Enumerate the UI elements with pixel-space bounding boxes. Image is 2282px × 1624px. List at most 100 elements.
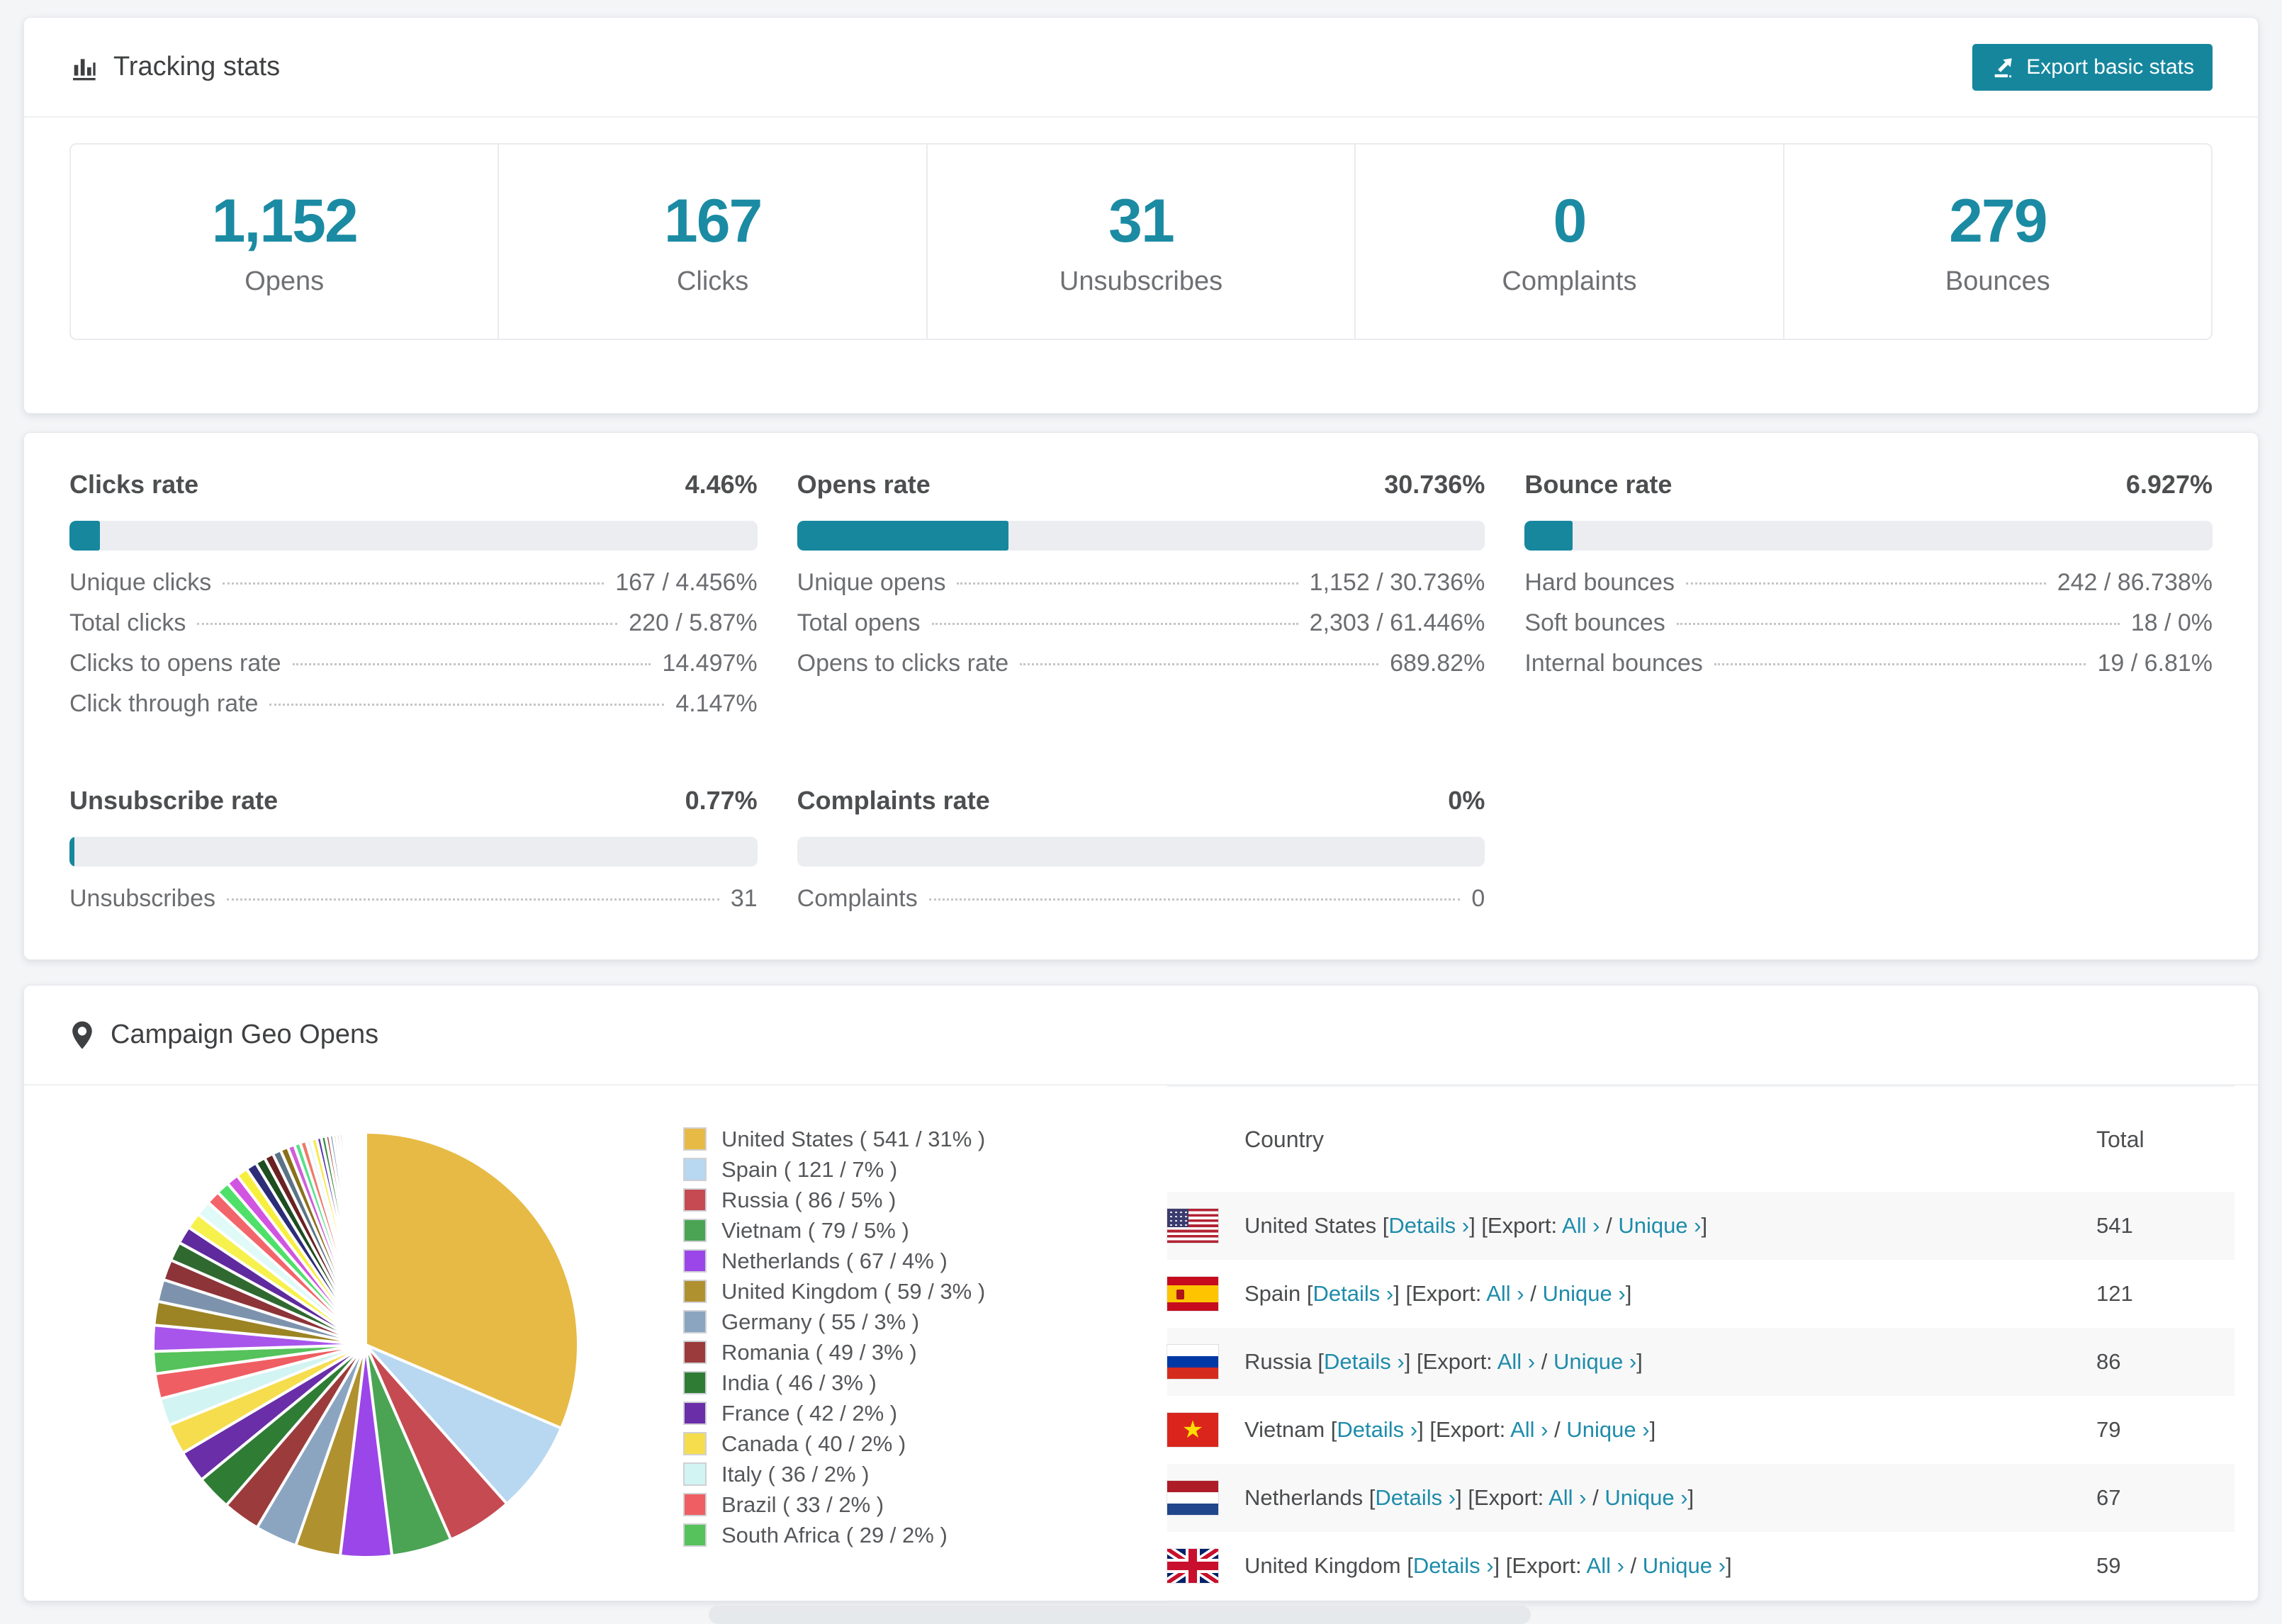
horizontal-scrollbar[interactable] — [709, 1606, 1531, 1624]
export-unique-link[interactable]: Unique › — [1604, 1485, 1687, 1510]
details-link[interactable]: Details › — [1375, 1485, 1456, 1510]
country-name: Russia — [1244, 1349, 1312, 1374]
details-link[interactable]: Details › — [1337, 1417, 1417, 1442]
country-name: Vietnam — [1244, 1417, 1325, 1442]
export-unique-link[interactable]: Unique › — [1543, 1281, 1626, 1306]
pie-slice-other[interactable] — [363, 1130, 367, 1346]
dotted-leader — [223, 582, 605, 585]
export-all-link[interactable]: All › — [1562, 1213, 1600, 1238]
legend-item[interactable]: South Africa ( 29 / 2% ) — [683, 1520, 985, 1550]
export-all-link[interactable]: All › — [1510, 1417, 1548, 1442]
dotted-leader — [1020, 663, 1379, 665]
rate-detail-row: Unique clicks 167 / 4.456% — [69, 569, 758, 609]
rate-detail-value: 31 — [730, 885, 758, 912]
legend-item[interactable]: France ( 42 / 2% ) — [683, 1398, 985, 1428]
rate-detail-value: 19 / 6.81% — [2097, 650, 2213, 677]
table-row-es: Spain [Details ›] [Export: All › / Uniqu… — [1167, 1260, 2235, 1328]
rate-detail-label: Total opens — [797, 609, 921, 636]
legend-swatch — [683, 1462, 707, 1486]
export-unique-link[interactable]: Unique › — [1553, 1349, 1636, 1374]
export-all-link[interactable]: All › — [1587, 1553, 1624, 1578]
geo-body: United States ( 541 / 31% ) Spain ( 121 /… — [24, 1086, 2258, 1601]
legend-item[interactable]: Brazil ( 33 / 2% ) — [683, 1489, 985, 1520]
map-pin-icon — [69, 1020, 95, 1050]
rate-detail-label: Internal bounces — [1524, 650, 1703, 677]
flag-icon-es — [1167, 1277, 1218, 1311]
rate-detail-row: Click through rate 4.147% — [69, 690, 758, 731]
rate-title: Clicks rate — [69, 470, 199, 499]
total-value: 86 — [2096, 1349, 2121, 1374]
legend-item[interactable]: Spain ( 121 / 7% ) — [683, 1154, 985, 1185]
table-row-nl: Netherlands [Details ›] [Export: All › /… — [1167, 1464, 2235, 1532]
stat-box-bounces: 279 Bounces — [1784, 145, 2211, 339]
rate-detail-value: 220 / 5.87% — [629, 609, 758, 636]
progress-bar — [69, 521, 758, 551]
rate-detail-row: Unsubscribes 31 — [69, 885, 758, 925]
export-basic-stats-button[interactable]: Export basic stats — [1972, 43, 2213, 91]
rate-detail-value: 689.82% — [1390, 650, 1485, 677]
details-link[interactable]: Details › — [1324, 1349, 1405, 1374]
table-row-gb: United Kingdom [Details ›] [Export: All … — [1167, 1532, 2235, 1600]
export-unique-link[interactable]: Unique › — [1618, 1213, 1701, 1238]
flag-icon-us — [1167, 1209, 1218, 1243]
details-link[interactable]: Details › — [1413, 1553, 1494, 1578]
legend-item[interactable]: Canada ( 40 / 2% ) — [683, 1428, 985, 1459]
rate-value: 0% — [1448, 786, 1485, 815]
flag-icon-nl — [1167, 1481, 1218, 1515]
rate-detail-row: Opens to clicks rate 689.82% — [797, 650, 1485, 690]
legend-item[interactable]: United States ( 541 / 31% ) — [683, 1124, 985, 1154]
column-header-total: Total — [2096, 1126, 2145, 1152]
legend-item[interactable]: Vietnam ( 79 / 5% ) — [683, 1215, 985, 1246]
stat-value: 31 — [1108, 187, 1175, 255]
dotted-leader — [226, 898, 719, 901]
legend-item[interactable]: Russia ( 86 / 5% ) — [683, 1185, 985, 1215]
export-all-link[interactable]: All › — [1486, 1281, 1524, 1306]
rate-detail-label: Total clicks — [69, 609, 186, 636]
rate-detail-label: Click through rate — [69, 690, 259, 717]
geo-legend: United States ( 541 / 31% ) Spain ( 121 /… — [683, 1124, 985, 1550]
export-unique-link[interactable]: Unique › — [1643, 1553, 1726, 1578]
details-link[interactable]: Details › — [1313, 1281, 1394, 1306]
export-all-link[interactable]: All › — [1497, 1349, 1535, 1374]
export-unique-link[interactable]: Unique › — [1566, 1417, 1649, 1442]
rate-detail-value: 0 — [1471, 885, 1485, 912]
legend-swatch — [683, 1127, 707, 1151]
rate-detail-value: 14.497% — [662, 650, 758, 677]
legend-swatch — [683, 1188, 707, 1212]
details-link[interactable]: Details › — [1388, 1213, 1469, 1238]
rate-detail-label: Opens to clicks rate — [797, 650, 1009, 677]
legend-swatch — [683, 1432, 707, 1455]
legend-swatch — [683, 1371, 707, 1394]
dotted-leader — [197, 623, 618, 625]
legend-item[interactable]: Germany ( 55 / 3% ) — [683, 1307, 985, 1337]
tracking-stats-header: Tracking stats Export basic stats — [24, 18, 2258, 118]
legend-item[interactable]: Romania ( 49 / 3% ) — [683, 1337, 985, 1368]
geo-title: Campaign Geo Opens — [111, 1020, 379, 1049]
flag-icon-gb — [1167, 1549, 1218, 1583]
column-header-country: Country — [1244, 1126, 1325, 1152]
rate-detail-value: 167 / 4.456% — [615, 569, 758, 596]
geo-pie-chart — [151, 1130, 580, 1559]
table-row-ru: Russia [Details ›] [Export: All › / Uniq… — [1167, 1328, 2235, 1396]
total-value: 121 — [2096, 1281, 2133, 1306]
rate-detail-row: Hard bounces 242 / 86.738% — [1524, 569, 2213, 609]
progress-bar — [1524, 521, 2213, 551]
legend-item[interactable]: India ( 46 / 3% ) — [683, 1368, 985, 1398]
rates-card: Clicks rate 4.46% Unique clicks 167 / 4.… — [23, 432, 2259, 960]
stat-box-complaints: 0 Complaints — [1356, 145, 1784, 339]
rate-detail-value: 1,152 / 30.736% — [1309, 569, 1485, 596]
legend-swatch — [683, 1402, 707, 1425]
legend-swatch — [683, 1219, 707, 1242]
legend-item[interactable]: Italy ( 36 / 2% ) — [683, 1459, 985, 1489]
legend-item[interactable]: Netherlands ( 67 / 4% ) — [683, 1246, 985, 1276]
legend-swatch — [683, 1158, 707, 1181]
legend-label: Brazil ( 33 / 2% ) — [721, 1492, 884, 1517]
dotted-leader — [928, 898, 1461, 901]
legend-item[interactable]: United Kingdom ( 59 / 3% ) — [683, 1276, 985, 1307]
stat-value: 279 — [1949, 187, 2047, 255]
total-value: 59 — [2096, 1553, 2121, 1578]
dotted-leader — [1676, 623, 2120, 625]
rate-title: Complaints rate — [797, 786, 990, 815]
export-all-link[interactable]: All › — [1548, 1485, 1586, 1510]
country-name: United Kingdom — [1244, 1553, 1401, 1578]
